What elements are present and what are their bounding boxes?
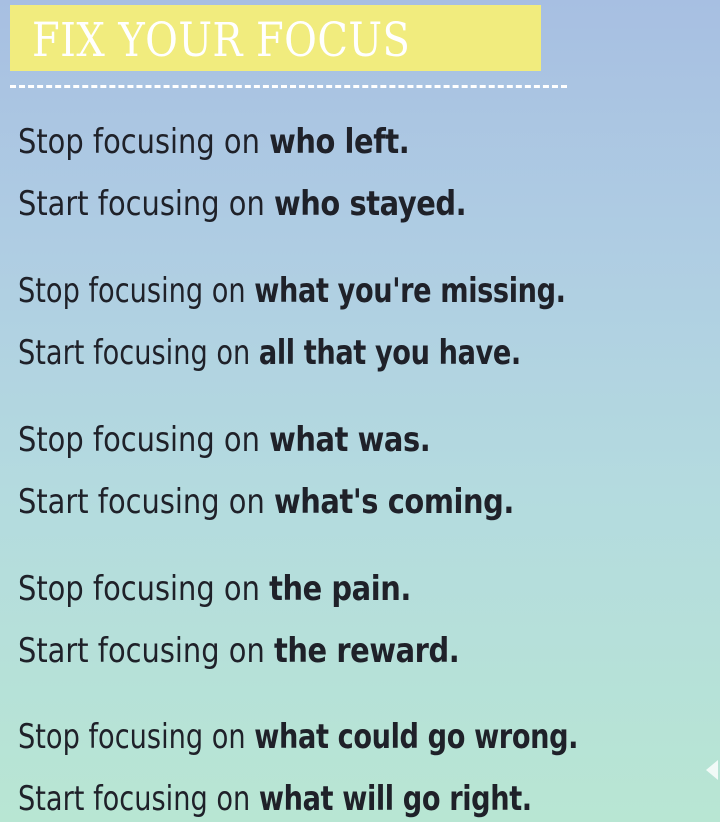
- stop-prefix: Stop focusing on: [18, 122, 270, 162]
- stop-emphasis: what could go wrong.: [254, 717, 579, 757]
- start-line-1: Start focusing on who stayed.: [18, 184, 467, 224]
- stop-line-3: Stop focusing on what was.: [18, 420, 431, 460]
- start-prefix: Start focusing on: [18, 779, 259, 819]
- corner-arrow-icon: [706, 760, 718, 780]
- stop-prefix: Stop focusing on: [18, 717, 255, 757]
- start-line-5: Start focusing on what will go right.: [18, 779, 532, 819]
- start-emphasis: what will go right.: [258, 779, 532, 819]
- stop-emphasis: what was.: [269, 420, 431, 460]
- stop-prefix: Stop focusing on: [18, 271, 255, 311]
- start-prefix: Start focusing on: [18, 631, 274, 671]
- stop-emphasis: what you're missing.: [254, 271, 566, 311]
- start-emphasis: what's coming.: [273, 482, 514, 522]
- stop-line-2: Stop focusing on what you're missing.: [18, 271, 566, 311]
- stop-emphasis: who left.: [269, 122, 410, 162]
- stop-prefix: Stop focusing on: [18, 569, 270, 609]
- start-line-3: Start focusing on what's coming.: [18, 482, 514, 522]
- start-prefix: Start focusing on: [18, 333, 259, 373]
- stop-line-4: Stop focusing on the pain.: [18, 569, 411, 609]
- stop-line-1: Stop focusing on who left.: [18, 122, 410, 162]
- page-title: FIX YOUR FOCUS: [32, 13, 411, 68]
- dashed-divider: [10, 85, 567, 88]
- start-prefix: Start focusing on: [18, 482, 274, 522]
- start-line-2: Start focusing on all that you have.: [18, 333, 521, 373]
- start-emphasis: the reward.: [273, 631, 460, 671]
- start-emphasis: who stayed.: [273, 184, 467, 224]
- title-highlight: FIX YOUR FOCUS: [10, 5, 541, 71]
- start-prefix: Start focusing on: [18, 184, 274, 224]
- start-emphasis: all that you have.: [258, 333, 521, 373]
- stop-line-5: Stop focusing on what could go wrong.: [18, 717, 578, 757]
- stop-emphasis: the pain.: [269, 569, 411, 609]
- start-line-4: Start focusing on the reward.: [18, 631, 460, 671]
- stop-prefix: Stop focusing on: [18, 420, 270, 460]
